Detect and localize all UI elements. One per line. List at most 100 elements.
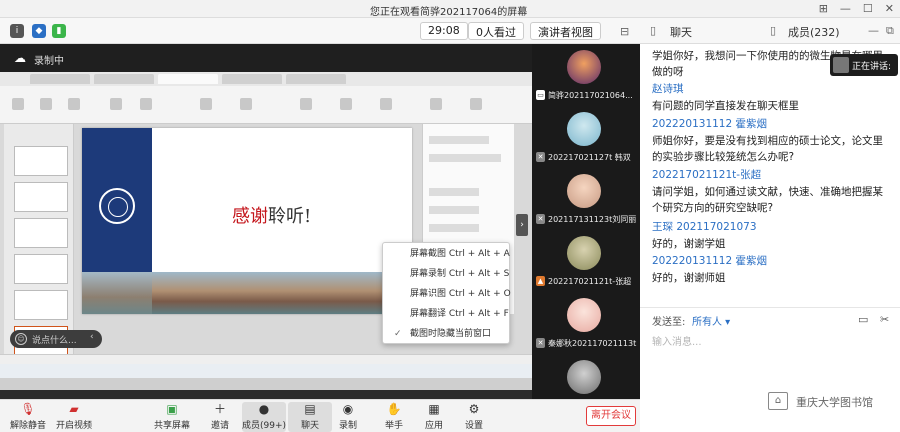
share-screen-icon: ▣ bbox=[166, 402, 178, 416]
scissors-icon[interactable]: ✂ bbox=[880, 313, 889, 326]
avatar bbox=[567, 174, 601, 208]
ribbon-icon bbox=[140, 98, 152, 110]
record-icon: ◉ bbox=[342, 402, 354, 416]
chat-message: 好的，谢谢学姐 bbox=[652, 238, 726, 250]
folder-icon[interactable]: ▭ bbox=[858, 313, 868, 326]
current-slide: 感谢聆听! bbox=[82, 128, 412, 314]
settings-button[interactable]: ⚙ 设置 bbox=[452, 402, 496, 432]
screenshot-context-menu: 屏幕截图 Ctrl + Alt + A 屏幕录制 Ctrl + Alt + S … bbox=[382, 242, 511, 344]
ribbon-icon bbox=[110, 98, 122, 110]
tab-chat[interactable]: 聊天 bbox=[670, 24, 692, 40]
avatar bbox=[567, 50, 601, 84]
share-screen-button[interactable]: ▣ 共享屏幕 bbox=[150, 402, 194, 432]
slide-thumbnail bbox=[14, 218, 68, 248]
raise-hand-button[interactable]: ✋ 举手 bbox=[372, 402, 416, 432]
window-title: 您正在观看简骅20211706​4的屏幕 bbox=[370, 7, 528, 18]
send-to-select[interactable]: 所有人 ▾ bbox=[692, 313, 730, 328]
window-controls: ⊞ — ☐ ✕ bbox=[819, 2, 894, 15]
cloud-icon: ☁ bbox=[14, 51, 26, 65]
leave-meeting-button[interactable]: 离开会议 bbox=[586, 406, 636, 426]
participant-tile[interactable] bbox=[532, 354, 640, 399]
chat-message: 请问学姐，如何通过读文献，快速、准确地把握某个研究方向的研究空缺呢? bbox=[652, 186, 883, 214]
speaking-indicator: 正在讲话: bbox=[830, 54, 898, 76]
minimize-panel-icon[interactable]: — bbox=[868, 24, 879, 37]
chat-input-placeholder: 输入消息... bbox=[652, 337, 702, 348]
view-mode-dropdown[interactable]: 演讲者视图 bbox=[530, 22, 601, 40]
viewers-count[interactable]: 0人看过 bbox=[468, 22, 524, 40]
maximize-icon[interactable]: ☐ bbox=[863, 2, 873, 15]
menu-item-screen-ocr[interactable]: 屏幕识图 Ctrl + Alt + O bbox=[383, 285, 511, 304]
recording-strip: ☁ 录制中 bbox=[0, 44, 532, 72]
ribbon-icon bbox=[300, 98, 312, 110]
invite-button[interactable]: ＋ 邀请 bbox=[198, 402, 242, 432]
mic-off-icon: ✕ bbox=[536, 152, 545, 162]
record-label: 录制 bbox=[338, 421, 357, 431]
recording-label: 录制中 bbox=[34, 56, 64, 67]
unmute-button[interactable]: 🎙 解除静音 bbox=[6, 402, 50, 432]
ribbon-icon bbox=[12, 98, 24, 110]
participant-name: 秦娜秋202117021113t bbox=[548, 339, 637, 348]
chat-sender: 202220131112 霍紫烟 bbox=[652, 118, 768, 130]
chat-message: 有问题的同学直接发在聊天框里 bbox=[652, 100, 799, 112]
participant-tile[interactable]: 秦娜秋202117021113t ✕ bbox=[532, 292, 640, 354]
windows-taskbar bbox=[0, 364, 532, 378]
pane-row bbox=[429, 224, 479, 232]
app-tab bbox=[286, 74, 346, 84]
window-titlebar: 您正在观看简骅20211706​4的屏幕 ⊞ — ☐ ✕ bbox=[0, 0, 900, 18]
ppt-statusbar bbox=[0, 354, 532, 364]
tab-members[interactable]: 成员(232) bbox=[788, 24, 840, 40]
shield-icon[interactable]: ◆ bbox=[32, 24, 46, 38]
start-video-button[interactable]: ▰ 开启视频 bbox=[52, 402, 96, 432]
info-icon[interactable]: i bbox=[10, 24, 24, 38]
participant-video-column: 简骅202117021064... ▭ 20221702​1127t 韩双 ✕ … bbox=[532, 44, 640, 399]
record-button[interactable]: ◉ 录制 bbox=[326, 402, 370, 432]
speaking-label: 正在讲话: bbox=[852, 62, 892, 72]
avatar bbox=[567, 112, 601, 146]
popout-icon[interactable]: ⧉ bbox=[886, 24, 894, 38]
ribbon-icon bbox=[200, 98, 212, 110]
close-icon[interactable]: ✕ bbox=[885, 2, 894, 15]
menu-item-screen-translate[interactable]: 屏幕翻译 Ctrl + Alt + F bbox=[383, 305, 511, 324]
ppt-ribbon bbox=[0, 86, 532, 124]
grid-view-icon[interactable]: ⊟ bbox=[620, 25, 629, 38]
participant-name: 20221702​1127t 韩双 bbox=[548, 153, 631, 162]
avatar bbox=[567, 236, 601, 270]
members-label: 成员(99+) bbox=[242, 421, 287, 431]
ribbon-icon bbox=[340, 98, 352, 110]
collapse-handle-icon[interactable]: › bbox=[516, 214, 528, 236]
meeting-timer: 29:08 bbox=[420, 22, 468, 40]
chat-message: 师姐你好，要是没有找到相应的硕士论文，论文里的实验步骤比较笼统怎么办呢? bbox=[652, 135, 883, 163]
menu-item-screen-record[interactable]: 屏幕录制 Ctrl + Alt + S bbox=[383, 265, 511, 284]
mic-off-icon: ✕ bbox=[536, 214, 545, 224]
screen-bottom bbox=[0, 378, 532, 390]
participant-tile[interactable]: 202117131123t刘同丽 ✕ bbox=[532, 168, 640, 230]
participant-tile[interactable]: 20221702​1121t-张超 ▲ bbox=[532, 230, 640, 292]
comment-bubble[interactable]: ☺ 说点什么... ‹ bbox=[10, 330, 102, 348]
pin-icon[interactable]: ⊞ bbox=[819, 2, 828, 15]
ribbon-icon bbox=[430, 98, 442, 110]
menu-item-hide-window[interactable]: ✓ 截图时隐藏当前窗口 bbox=[383, 325, 511, 344]
split-view-icon[interactable]: ▯ bbox=[650, 24, 656, 37]
signal-icon[interactable]: ▮ bbox=[52, 24, 66, 38]
members-icon: ● bbox=[258, 402, 270, 416]
chevron-left-icon[interactable]: ‹ bbox=[90, 332, 94, 342]
participant-tile[interactable]: 20221702​1127t 韩双 ✕ bbox=[532, 106, 640, 168]
meeting-toolbar: i ◆ ▮ 29:08 0人看过 演讲者视图 ⊟ bbox=[0, 18, 640, 44]
menu-item-screenshot[interactable]: 屏幕截图 Ctrl + Alt + A bbox=[383, 245, 511, 264]
members-button[interactable]: ● 成员(99+) bbox=[242, 402, 286, 432]
minimize-icon[interactable]: — bbox=[840, 2, 851, 15]
slide-thanks-text: 感谢聆听! bbox=[232, 202, 311, 228]
participant-tile[interactable]: 简骅202117021064... ▭ bbox=[532, 44, 640, 106]
chat-sender: 202220131112 霍紫烟 bbox=[652, 255, 768, 267]
unmute-label: 解除静音 bbox=[9, 421, 46, 431]
apps-button[interactable]: ▦ 应用 bbox=[412, 402, 456, 432]
chat-input-area[interactable]: 输入消息... bbox=[640, 331, 900, 399]
participant-name: 20221702​1121t-张超 bbox=[548, 277, 632, 286]
start-video-label: 开启视频 bbox=[55, 421, 92, 431]
slide-thumbnail bbox=[14, 290, 68, 320]
avatar bbox=[567, 298, 601, 332]
screen-share-icon: ▭ bbox=[536, 90, 545, 100]
slide-thumbnail bbox=[14, 182, 68, 212]
members-icon: ▯ bbox=[770, 24, 777, 37]
send-to-row: 发送至: 所有人 ▾ ▭ ✂ bbox=[640, 307, 900, 331]
